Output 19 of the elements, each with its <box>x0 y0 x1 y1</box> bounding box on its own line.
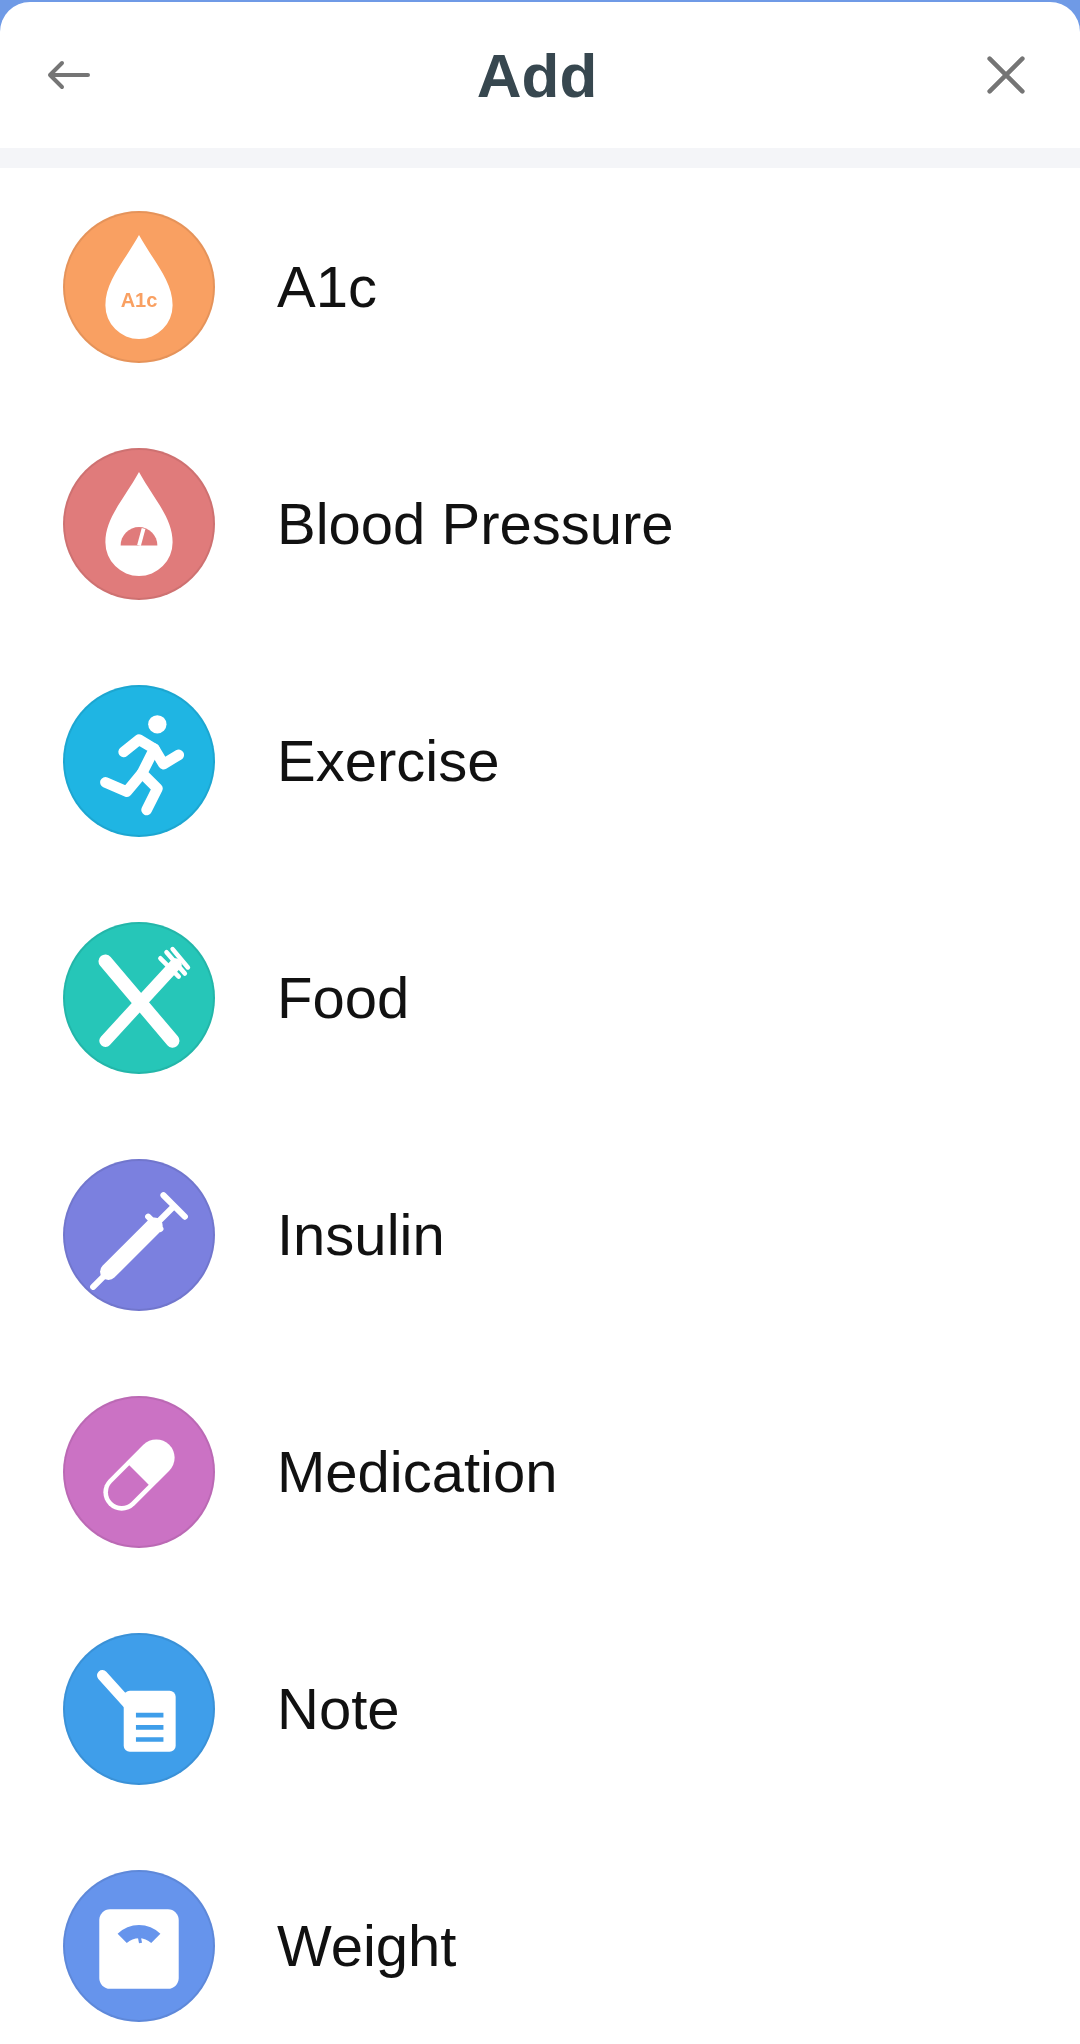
option-label: Exercise <box>277 727 500 794</box>
add-option[interactable]: Blood Pressure <box>0 405 1080 642</box>
icon-label: A1c <box>120 288 158 312</box>
add-option[interactable]: Food <box>0 879 1080 1116</box>
option-label: Weight <box>277 1912 457 1979</box>
option-label: Note <box>277 1675 400 1742</box>
option-label: Blood Pressure <box>277 490 674 557</box>
add-option[interactable]: Insulin <box>0 1116 1080 1353</box>
close-icon[interactable] <box>984 55 1028 95</box>
add-option[interactable]: Weight <box>0 1827 1080 2044</box>
option-label: Medication <box>277 1438 558 1505</box>
option-label: Food <box>277 964 410 1031</box>
add-option[interactable]: Exercise <box>0 642 1080 879</box>
option-label: Insulin <box>277 1201 445 1268</box>
add-option[interactable]: Note <box>0 1590 1080 1827</box>
add-option[interactable]: Medication <box>0 1353 1080 1590</box>
add-option[interactable]: A1c A1c <box>0 168 1080 405</box>
option-label: A1c <box>277 253 377 320</box>
page-title: Add <box>476 39 598 111</box>
